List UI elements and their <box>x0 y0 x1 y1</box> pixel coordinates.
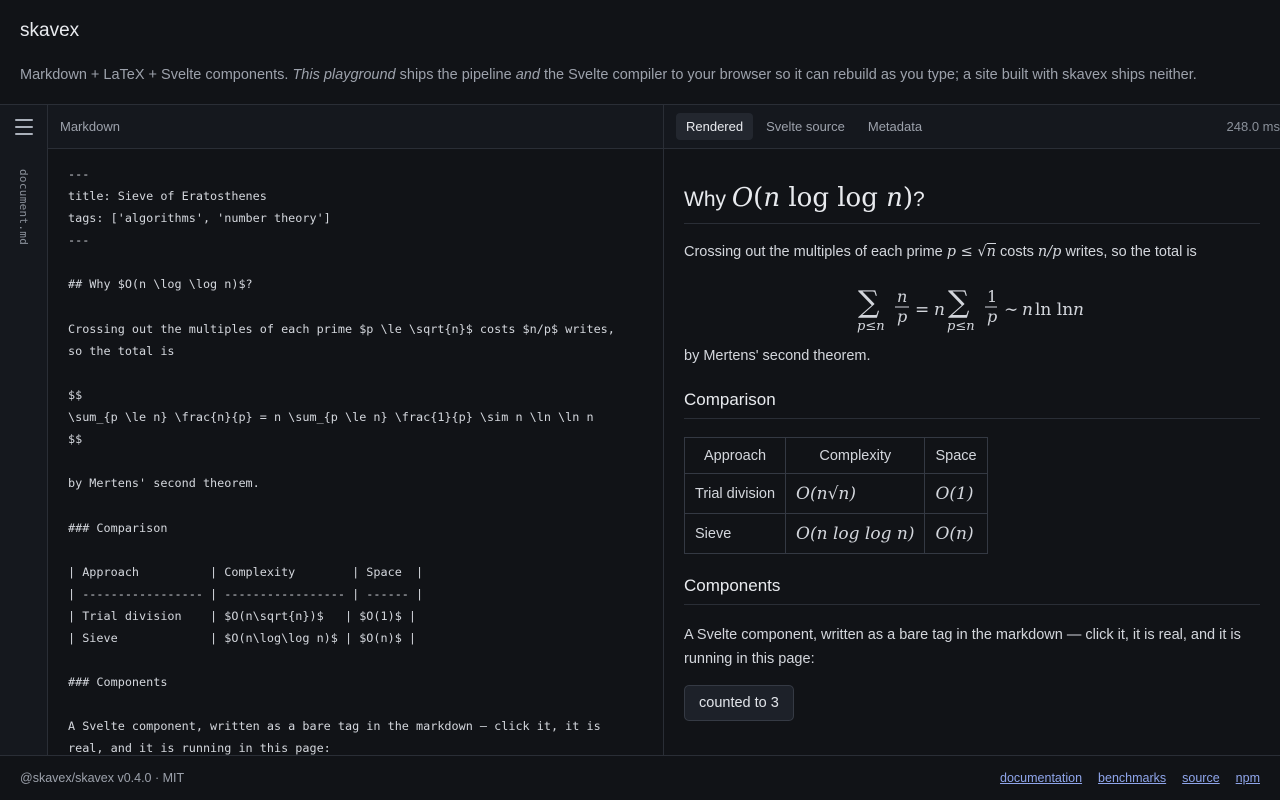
code-line: | Approach | Complexity | Space | <box>68 564 424 579</box>
code-line: tags: ['algorithms', 'number theory'] <box>68 211 331 226</box>
heading-components: Components <box>684 576 1260 605</box>
hamburger-menu-icon[interactable] <box>15 119 33 135</box>
rail-file-name[interactable]: document.md <box>17 169 30 245</box>
svg-text:1: 1 <box>987 287 997 306</box>
code-line: ### Components <box>68 675 168 690</box>
svg-text:=: = <box>915 300 929 320</box>
counter-button[interactable]: counted to 3 <box>684 685 794 721</box>
file-rail: document.md <box>0 105 48 755</box>
code-line: $$ <box>68 387 83 402</box>
table-cell: Trial division <box>683 473 787 514</box>
rendered-output: Why O(n log log n)? Crossing out the mul… <box>664 149 1280 755</box>
link-source[interactable]: source <box>1182 771 1220 785</box>
link-npm[interactable]: npm <box>1236 771 1260 785</box>
heading-comparison: Comparison <box>684 390 1260 419</box>
code-line: real, and it is running in this page: <box>68 741 331 755</box>
table-row: Sieve O(n log log n) O(n) <box>683 513 988 554</box>
code-line: by Mertens' second theorem. <box>68 476 260 491</box>
svg-text:p: p <box>987 307 997 326</box>
svg-text:∑: ∑ <box>858 285 880 320</box>
paragraph-cost: Crossing out the multiples of each prime… <box>684 244 1197 260</box>
editor-header: Markdown <box>48 105 663 149</box>
paragraph-component: A Svelte component, written as a bare ta… <box>684 627 1241 667</box>
tagline: Markdown + LaTeX + Svelte components. Th… <box>20 67 1197 83</box>
table-cell-math: O(n) <box>924 513 988 554</box>
code-line: | ----------------- | ----------------- … <box>68 586 424 601</box>
code-line: --- <box>68 233 90 248</box>
workspace: document.md Markdown --- title: Sieve of … <box>0 105 1280 755</box>
svg-text:n: n <box>1022 300 1033 320</box>
code-line: --- <box>68 167 90 181</box>
tab-rendered[interactable]: Rendered <box>676 113 754 140</box>
markdown-editor: Markdown --- title: Sieve of Eratosthenes… <box>48 105 664 755</box>
inline-math-writes: n/p <box>1037 244 1062 260</box>
code-line: $$ <box>68 432 83 447</box>
code-line: ## Why $O(n \log \log n)$? <box>68 277 253 292</box>
page-footer: @skavex/skavex v0.4.0 · MIT documentatio… <box>0 755 1280 800</box>
table-row: Trial division O(n√n) O(1) <box>683 473 988 514</box>
code-line: | Sieve | $O(n\log\log n)$ | $O(n)$ | <box>68 630 417 645</box>
render-timing: 248.0 ms <box>1226 119 1280 134</box>
table-header-approach: Approach <box>683 437 787 474</box>
table-cell-math: O(n log log n) <box>785 513 926 554</box>
table-cell: Sieve <box>683 513 787 554</box>
tab-svelte-source[interactable]: Svelte source <box>756 113 855 140</box>
package-version: @skavex/skavex v0.4.0 · MIT <box>20 771 185 785</box>
link-documentation[interactable]: documentation <box>1000 771 1082 785</box>
inline-math-prime-bound: p ≤ √n <box>946 244 996 260</box>
table-cell-math: O(1) <box>924 473 988 514</box>
editor-label: Markdown <box>60 119 120 134</box>
svg-text:∑: ∑ <box>948 285 970 320</box>
code-line: | Trial division | $O(n\sqrt{n})$ | $O(1… <box>68 608 417 623</box>
code-line: ### Comparison <box>68 520 168 535</box>
page-header: skavex Markdown + LaTeX + Svelte compone… <box>0 0 1280 105</box>
svg-text:n: n <box>934 300 945 320</box>
display-equation: ∑ p≤n n p = n ∑ p≤n 1 p ∼ n ln ln n <box>684 274 1260 334</box>
preview-pane: Rendered Svelte source Metadata 248.0 ms… <box>664 105 1280 755</box>
preview-tabs: Rendered Svelte source Metadata 248.0 ms <box>664 105 1280 149</box>
link-benchmarks[interactable]: benchmarks <box>1098 771 1166 785</box>
heading-math: O(n log log n) <box>731 183 914 213</box>
table-header-row: Approach Complexity Space <box>683 437 988 474</box>
svg-text:∼: ∼ <box>1004 300 1018 320</box>
svg-text:n: n <box>897 287 907 306</box>
code-line: Crossing out the multiples of each prime… <box>68 321 615 336</box>
brand-title: skavex <box>20 20 80 41</box>
paragraph-mertens: by Mertens' second theorem. <box>684 348 871 364</box>
svg-text:ln ln: ln ln <box>1035 300 1073 320</box>
svg-text:p≤n: p≤n <box>947 319 975 334</box>
comparison-table: Approach Complexity Space Trial division… <box>683 437 988 554</box>
table-cell-math: O(n√n) <box>785 473 926 514</box>
svg-text:p≤n: p≤n <box>857 319 885 334</box>
code-line: so the total is <box>68 343 175 358</box>
svg-text:n: n <box>1073 300 1084 320</box>
code-line: title: Sieve of Eratosthenes <box>68 189 267 204</box>
code-line: A Svelte component, written as a bare ta… <box>68 719 601 734</box>
markdown-textarea[interactable]: --- title: Sieve of Eratosthenes tags: ['a… <box>48 149 663 755</box>
footer-links: documentation benchmarks source npm <box>1000 771 1260 785</box>
tab-metadata[interactable]: Metadata <box>858 113 932 140</box>
display-equation-svg: ∑ p≤n n p = n ∑ p≤n 1 p ∼ n ln ln n <box>857 285 1084 334</box>
rendered-heading: Why O(n log log n)? <box>684 183 1260 224</box>
table-header-space: Space <box>924 437 988 474</box>
code-line: \sum_{p \le n} \frac{n}{p} = n \sum_{p \… <box>68 410 594 425</box>
svg-text:p: p <box>897 307 907 326</box>
table-header-complexity: Complexity <box>785 437 926 474</box>
